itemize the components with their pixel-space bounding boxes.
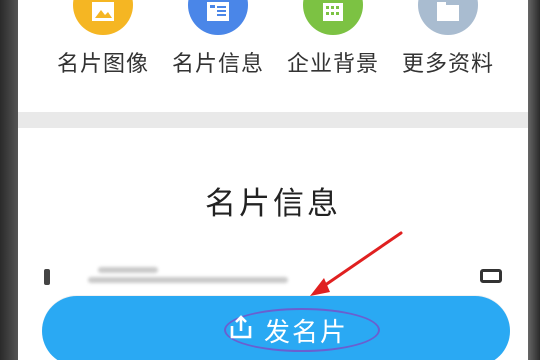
screen-edge-left bbox=[0, 0, 18, 360]
screen-edge-right bbox=[528, 0, 540, 360]
send-button-label: 发名片 bbox=[264, 318, 349, 348]
app-screen: 名片图像 名片信息 企业背景 更多资料 名片信息 发名片 bbox=[18, 0, 528, 360]
send-card-button[interactable]: 发名片 bbox=[42, 296, 510, 360]
share-icon bbox=[230, 315, 252, 339]
